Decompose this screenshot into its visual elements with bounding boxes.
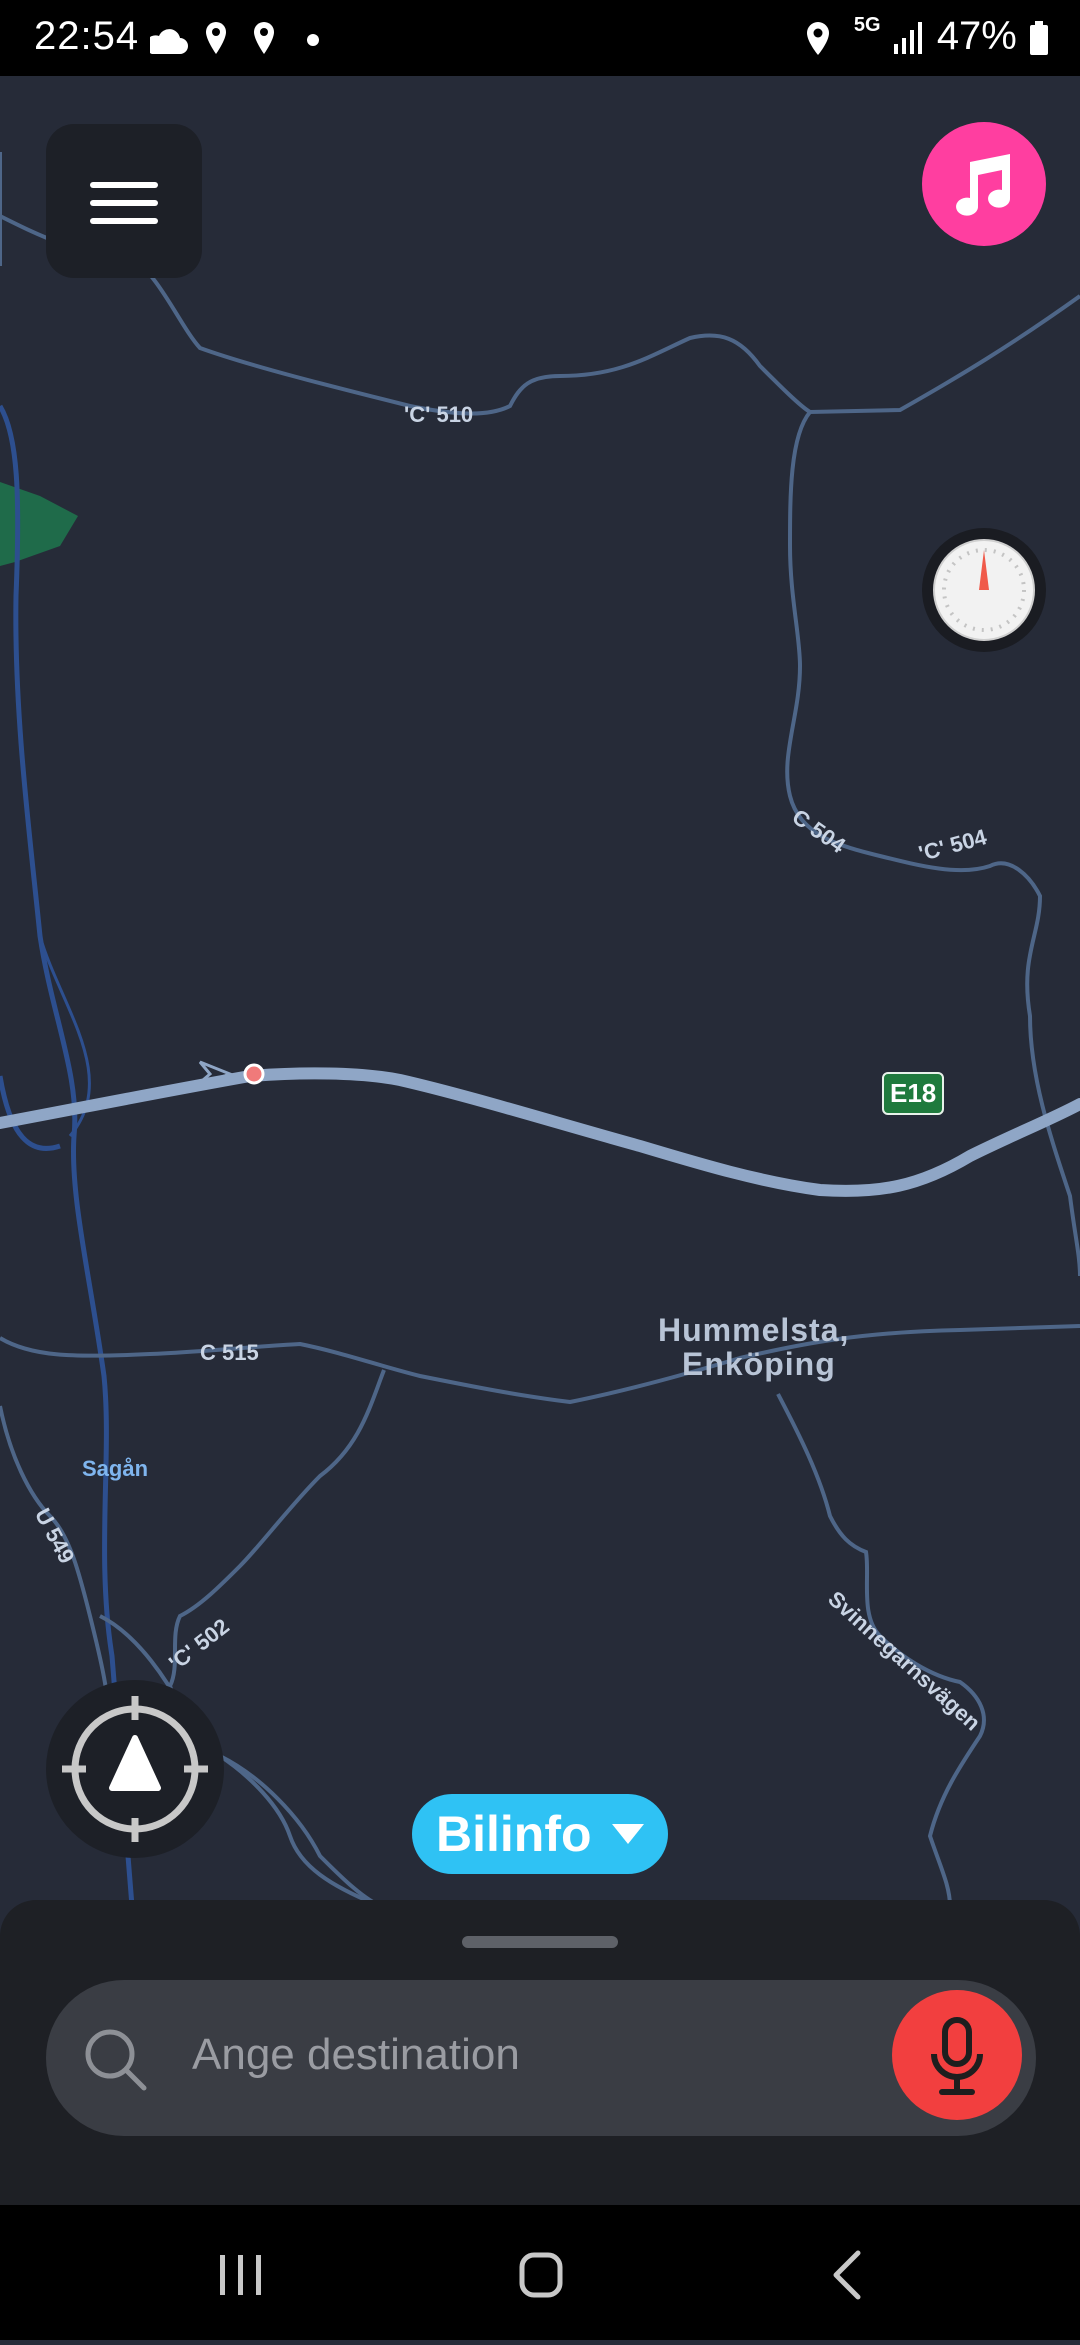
town-label-line2: Enköping <box>682 1346 836 1382</box>
status-left-icons <box>150 22 319 54</box>
road-label-e18: E18 <box>882 1072 945 1115</box>
menu-button[interactable] <box>46 124 202 278</box>
network-type: 5G <box>853 14 881 36</box>
search-placeholder: Ange destination <box>192 2030 520 2079</box>
sheet-drag-handle[interactable] <box>462 1936 618 1948</box>
status-right: 5G 47% <box>803 14 1050 59</box>
road-label-c510: 'C' 510 <box>404 402 474 427</box>
signal-icon <box>893 22 922 55</box>
location-icon <box>254 22 274 54</box>
minor-roads <box>0 152 1080 1906</box>
bilinfo-label: Bilinfo <box>436 1806 592 1862</box>
speedometer-button[interactable] <box>922 528 1046 652</box>
recenter-icon <box>62 1696 208 1842</box>
music-button[interactable] <box>922 122 1046 246</box>
status-time: 22:54 <box>34 14 140 58</box>
road-label-c515: C 515 <box>200 1340 259 1365</box>
recenter-button[interactable] <box>46 1680 224 1858</box>
battery-icon <box>1030 21 1048 56</box>
bottom-sheet: Ange destination <box>0 1900 1080 2205</box>
dot-icon <box>307 34 319 46</box>
microphone-icon <box>931 2017 983 2095</box>
system-navigation-bar <box>0 2205 1080 2340</box>
location-icon <box>806 22 829 56</box>
back-icon[interactable] <box>833 2250 861 2300</box>
status-bar: 22:54 5G 47% <box>0 0 1080 76</box>
music-note-icon <box>956 154 1011 216</box>
recent-apps-icon[interactable] <box>220 2255 261 2295</box>
bilinfo-button[interactable]: Bilinfo <box>412 1794 668 1874</box>
map-canvas[interactable] <box>0 76 1080 1906</box>
river-label: Sagån <box>82 1456 149 1481</box>
home-icon[interactable] <box>519 2252 563 2298</box>
map-view[interactable]: 'C' 510 C 504 'C' 504 E18 C 515 Hummelst… <box>0 76 1080 1906</box>
town-label-line1: Hummelsta, <box>658 1312 850 1348</box>
speedometer-icon <box>933 539 1035 641</box>
cloud-icon <box>150 29 188 54</box>
chevron-down-icon <box>612 1824 644 1844</box>
hamburger-icon <box>90 182 158 224</box>
location-icon <box>206 22 226 54</box>
nav-buttons <box>220 2250 861 2300</box>
voice-search-button[interactable] <box>892 1990 1022 2120</box>
destination-search-bar[interactable]: Ange destination <box>46 1980 1036 2136</box>
park-area <box>0 482 78 566</box>
current-position-dot <box>243 1063 265 1085</box>
search-icon <box>85 2029 147 2091</box>
battery-percent: 47% <box>936 14 1017 58</box>
